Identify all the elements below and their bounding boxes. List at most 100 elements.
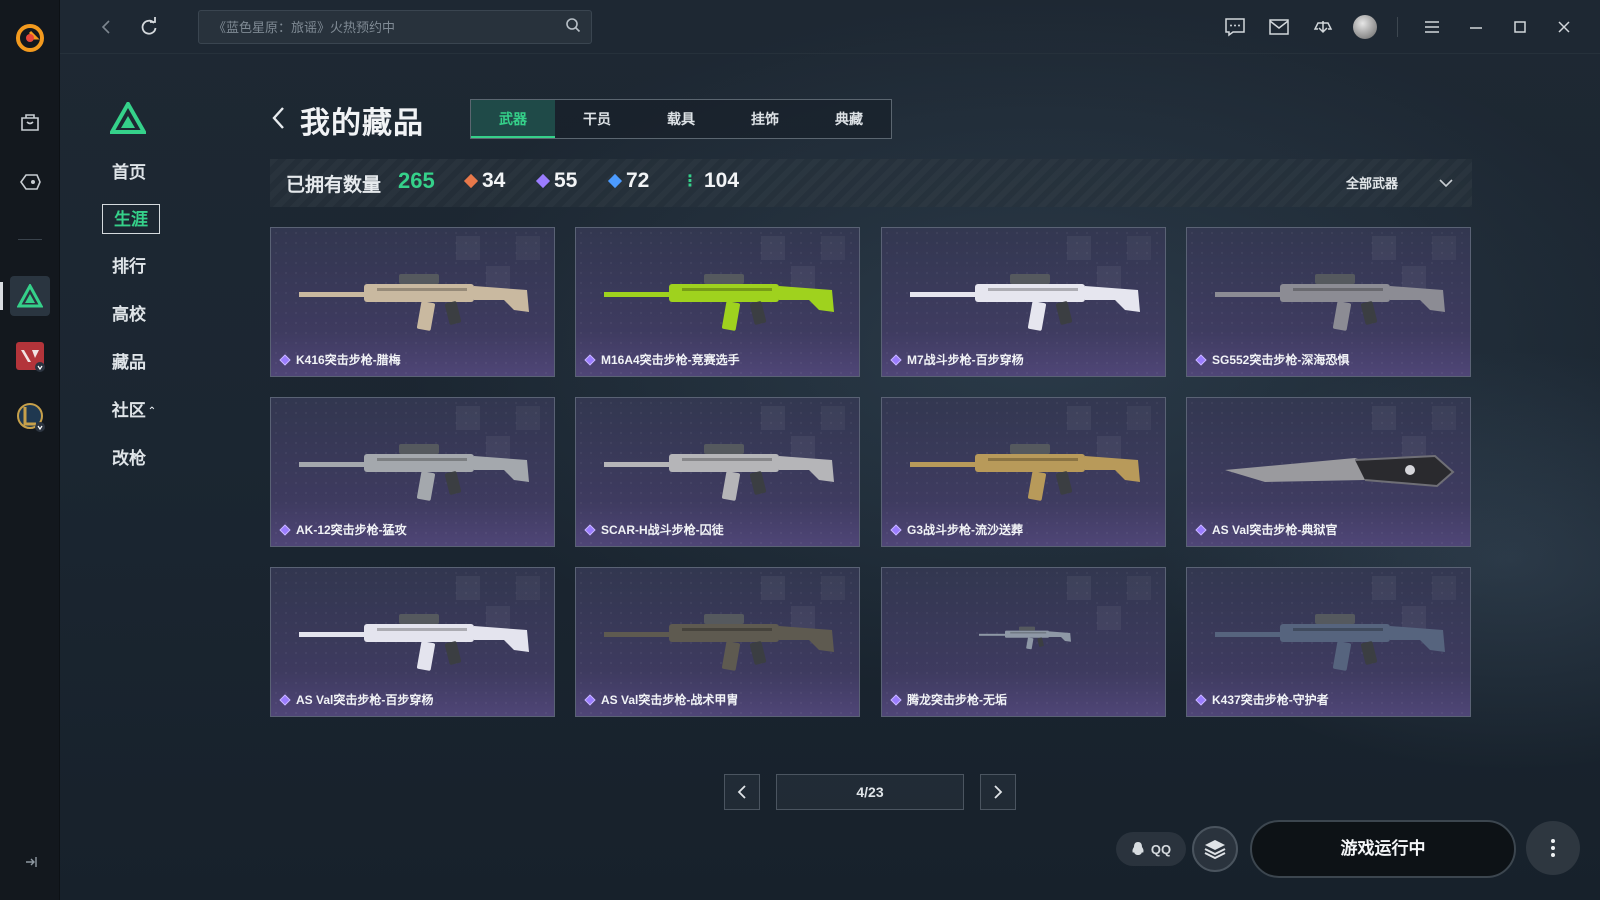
page-indicator: 4/23 <box>776 774 964 810</box>
weapon-name: AS Val突击步枪-百步穿杨 <box>296 693 434 707</box>
purple-gem-icon <box>890 353 902 366</box>
subnav-item-collection[interactable]: 藏品 <box>100 348 158 378</box>
subnav-item-career[interactable]: 生涯 <box>102 204 160 234</box>
weapon-card[interactable]: AS Val突击步枪-百步穿杨 <box>270 567 555 717</box>
top-bar <box>60 0 1600 54</box>
game-tag-icon[interactable] <box>10 162 50 202</box>
subnav-item-gunsmith[interactable]: 改枪 <box>100 444 158 474</box>
purple-gem-icon <box>890 523 902 536</box>
tab-collection[interactable]: 典藏 <box>807 100 891 138</box>
more-options-button[interactable] <box>1526 821 1580 875</box>
subnav-item-ranking[interactable]: 排行 <box>100 252 158 282</box>
game-running-button[interactable]: 游戏运行中 <box>1250 820 1516 878</box>
subnav-item-home[interactable]: 首页 <box>100 158 158 188</box>
menu-icon[interactable] <box>1418 13 1446 41</box>
weapon-name: SCAR-H战斗步枪-囚徒 <box>601 523 724 537</box>
rifle-blue-icon <box>1215 614 1445 671</box>
weapon-card[interactable]: K416突击步枪-腊梅 <box>270 227 555 377</box>
weapon-card[interactable]: AK-12突击步枪-猛攻 <box>270 397 555 547</box>
purple-gem-icon <box>279 693 291 706</box>
rifle-small-icon <box>979 626 1071 650</box>
weapon-card[interactable]: SG552突击步枪-深海恐惧 <box>1186 227 1471 377</box>
weapon-card-label: SG552突击步枪-深海恐惧 <box>1195 351 1349 368</box>
page-back-icon[interactable] <box>268 104 288 132</box>
weapon-card-label: SCAR-H战斗步枪-囚徒 <box>584 521 724 538</box>
rail-divider <box>18 239 42 240</box>
game-subnav: 首页 生涯 排行 高校 藏品 社区 ⌃ 改枪 <box>60 54 220 900</box>
weapon-name: K416突击步枪-腊梅 <box>296 353 401 367</box>
rarity-purple-value: 55 <box>554 169 578 192</box>
search-icon[interactable] <box>565 17 581 38</box>
rarity-orange-count: 34 <box>463 169 505 193</box>
weapon-card-label: M16A4突击步枪-竞赛选手 <box>584 351 740 368</box>
rifle-black-icon <box>604 614 834 671</box>
owned-count-label: 已拥有数量 <box>286 175 382 196</box>
close-icon[interactable] <box>1550 13 1578 41</box>
rifle-grey-icon <box>299 444 529 501</box>
blue-gem-icon <box>607 173 623 189</box>
prev-page-button[interactable] <box>724 774 760 810</box>
lol-game-icon[interactable] <box>10 396 50 436</box>
rarity-purple-count: 55 <box>535 169 578 193</box>
weapon-card[interactable]: SCAR-H战斗步枪-囚徒 <box>575 397 860 547</box>
purple-gem-icon <box>584 693 596 706</box>
store-bag-icon[interactable] <box>10 102 50 142</box>
search-input[interactable] <box>213 19 565 35</box>
weapon-card[interactable]: G3战斗步枪-流沙送葬 <box>881 397 1166 547</box>
weapon-card-label: AS Val突击步枪-典狱官 <box>1195 521 1338 538</box>
weapon-card[interactable]: AS Val突击步枪-战术甲胄 <box>575 567 860 717</box>
rarity-green-value: 104 <box>704 169 740 192</box>
download-icon[interactable] <box>1309 13 1337 41</box>
weapon-name: M7战斗步枪-百步穿杨 <box>907 353 1024 367</box>
purple-gem-icon <box>584 523 596 536</box>
weapon-card-label: K437突击步枪-守护者 <box>1195 691 1329 708</box>
subnav-item-community[interactable]: 社区 ⌃ <box>104 396 164 426</box>
weapon-name: 腾龙突击步枪-无垢 <box>907 693 1007 707</box>
refresh-icon[interactable] <box>136 14 162 40</box>
qq-login-pill[interactable]: QQ <box>1116 832 1186 866</box>
green-dots-icon: ⋮ <box>682 173 698 190</box>
tab-charms[interactable]: 挂饰 <box>723 100 807 138</box>
expand-rail-icon[interactable] <box>20 852 40 872</box>
weapon-card[interactable]: M16A4突击步枪-竞赛选手 <box>575 227 860 377</box>
chevron-down-icon <box>1439 178 1453 187</box>
weapon-card[interactable]: 腾龙突击步枪-无垢 <box>881 567 1166 717</box>
weapon-card[interactable]: K437突击步枪-守护者 <box>1186 567 1471 717</box>
chevron-up-icon: ⌃ <box>147 405 157 417</box>
weapon-name: AS Val突击步枪-典狱官 <box>1212 523 1338 537</box>
knife-icon <box>1225 454 1455 488</box>
weapon-card-label: 腾龙突击步枪-无垢 <box>890 691 1007 708</box>
delta-force-game-icon[interactable] <box>10 276 50 316</box>
weapon-card[interactable]: AS Val突击步枪-典狱官 <box>1186 397 1471 547</box>
weapon-name: G3战斗步枪-流沙送葬 <box>907 523 1024 537</box>
weapon-card[interactable]: M7战斗步枪-百步穿杨 <box>881 227 1166 377</box>
rifle-dark-icon <box>1215 274 1445 331</box>
chevron-left-icon <box>737 785 746 799</box>
vertical-dots-icon <box>1551 839 1555 857</box>
message-icon[interactable] <box>1221 13 1249 41</box>
next-page-button[interactable] <box>980 774 1016 810</box>
mail-icon[interactable] <box>1265 13 1293 41</box>
weapon-card-label: K416突击步枪-腊梅 <box>279 351 401 368</box>
window-controls <box>1205 13 1578 41</box>
nav-back-icon[interactable] <box>94 14 120 40</box>
search-box <box>198 10 592 44</box>
tab-operators[interactable]: 干员 <box>555 100 639 138</box>
purple-gem-icon <box>279 353 291 366</box>
weapon-card-label: AS Val突击步枪-百步穿杨 <box>279 691 434 708</box>
weapon-filter-dropdown[interactable]: 全部武器 <box>1346 173 1454 192</box>
minimize-icon[interactable] <box>1462 13 1490 41</box>
maximize-icon[interactable] <box>1506 13 1534 41</box>
valorant-game-icon[interactable] <box>10 336 50 376</box>
rifle-white-scope-icon <box>910 274 1140 331</box>
user-avatar[interactable] <box>1353 15 1377 39</box>
purple-gem-icon <box>279 523 291 536</box>
tab-vehicles[interactable]: 载具 <box>639 100 723 138</box>
game-layers-icon[interactable] <box>1192 826 1238 872</box>
weapon-card-label: G3战斗步枪-流沙送葬 <box>890 521 1024 538</box>
qq-penguin-icon <box>1132 842 1144 855</box>
subnav-item-college[interactable]: 高校 <box>100 300 158 330</box>
tab-weapons[interactable]: 武器 <box>471 100 555 138</box>
purple-gem-icon <box>1195 523 1207 536</box>
app-logo-icon[interactable] <box>10 18 50 58</box>
